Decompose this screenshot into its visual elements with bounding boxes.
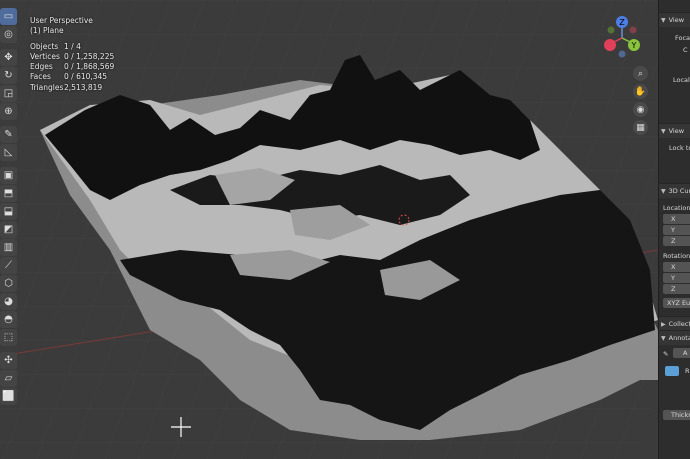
add-cube-icon[interactable]: ▣: [0, 167, 17, 184]
poly-build-icon[interactable]: ⬡: [0, 275, 17, 292]
view-lock-header[interactable]: ▼ View: [659, 123, 690, 138]
local-camera-label: Local: [673, 76, 690, 84]
transform-icon[interactable]: ⊕: [0, 103, 17, 120]
3d-viewport[interactable]: ▭ ◎ ✥ ↻ ◲ ⊕ ✎ ◺ ▣ ⬒ ⬓ ◩ ▥ ⟋ ⬡ ◕ ◓ ⬚ ✣ ▱ ⬜ User Perspective (…: [0, 0, 658, 459]
location-y-field[interactable]: Y: [663, 225, 690, 235]
smooth-icon[interactable]: ◓: [0, 311, 17, 328]
stat-label: Faces: [30, 72, 51, 82]
rotation-label: Rotation:: [663, 252, 690, 260]
stat-label: Objects: [30, 41, 59, 51]
focal-length-label: Focal: [675, 34, 690, 42]
z-axis-label: Z: [619, 18, 625, 27]
loop-cut-icon[interactable]: ▥: [0, 239, 17, 256]
stat-value: 0 / 1,258,225: [64, 51, 115, 61]
properties-sidebar: ▼View Focal C Local ▼View Lock to ▼3D Cu…: [658, 0, 690, 459]
location-x-field[interactable]: X: [663, 214, 690, 224]
rotation-x-field[interactable]: X: [663, 262, 690, 272]
rip-icon[interactable]: ⬜: [0, 388, 17, 405]
annotation-color-swatch[interactable]: [665, 366, 679, 376]
annotation-layer-label: R: [685, 367, 690, 375]
collections-header[interactable]: ▶ Collect: [659, 316, 690, 331]
extrude-icon[interactable]: ⬒: [0, 185, 17, 202]
location-label: Location:: [663, 204, 690, 212]
stat-row: Faces 0 / 610,345: [30, 72, 114, 82]
tool-shelf: ▭ ◎ ✥ ↻ ◲ ⊕ ✎ ◺ ▣ ⬒ ⬓ ◩ ▥ ⟋ ⬡ ◕ ◓ ⬚ ✣ ▱ ⬜: [0, 8, 18, 405]
rotate-icon[interactable]: ↻: [0, 67, 17, 84]
y-axis-label: Y: [631, 41, 637, 50]
view-title: User Perspective: [30, 16, 93, 25]
stat-value: 1 / 4: [64, 41, 81, 51]
stat-value: 0 / 610,345: [64, 72, 108, 82]
pan-hand-icon[interactable]: ✋: [633, 84, 648, 99]
annotation-tool-icon[interactable]: ✎: [663, 350, 668, 358]
chevron-down-icon: ▼: [661, 16, 666, 24]
stat-label: Vertices: [30, 51, 60, 61]
grid-icon[interactable]: ▦: [633, 120, 648, 135]
inset-icon[interactable]: ⬓: [0, 203, 17, 220]
3d-cursor-header[interactable]: ▼ 3D Cur: [659, 183, 690, 198]
stat-row: Triangles 2,513,819: [30, 83, 114, 93]
scene-statistics: Objects 1 / 4 Vertices 0 / 1,258,225 Edges 0 …: [30, 42, 114, 93]
annotations-header[interactable]: ▼ Annota: [659, 330, 690, 345]
edge-slide-icon[interactable]: ⬚: [0, 329, 17, 346]
stat-row: Vertices 0 / 1,258,225: [30, 52, 114, 62]
x-axis-handle: [604, 39, 616, 51]
rotation-y-field[interactable]: Y: [663, 273, 690, 283]
select-box-icon[interactable]: ▭: [0, 8, 17, 25]
knife-icon[interactable]: ⟋: [0, 257, 17, 274]
rotation-mode-select[interactable]: XYZ Eul: [663, 298, 690, 308]
annotation-select[interactable]: A: [673, 348, 690, 358]
lock-to-label: Lock to: [669, 144, 690, 152]
rotation-z-field[interactable]: Z: [663, 284, 690, 294]
shrink-icon[interactable]: ✣: [0, 352, 17, 369]
scale-icon[interactable]: ◲: [0, 85, 17, 102]
stat-label: Triangles: [30, 82, 64, 92]
clip-label: C: [683, 46, 688, 54]
navigation-gizmo[interactable]: Z Y: [598, 14, 646, 62]
spin-icon[interactable]: ◕: [0, 293, 17, 310]
view-panel-header[interactable]: ▼ View: [659, 12, 690, 27]
camera-icon[interactable]: ◉: [633, 102, 648, 117]
shear-icon[interactable]: ▱: [0, 370, 17, 387]
thickness-field[interactable]: Thickn: [663, 410, 690, 420]
viewport-info: User Perspective (1) Plane Objects 1 / 4V…: [30, 16, 114, 93]
move-icon[interactable]: ✥: [0, 49, 17, 66]
zoom-icon[interactable]: ⌕: [633, 66, 648, 81]
location-z-field[interactable]: Z: [663, 236, 690, 246]
active-object-label: (1) Plane: [30, 26, 64, 36]
measure-icon[interactable]: ◺: [0, 144, 17, 161]
stat-value: 0 / 1,868,569: [64, 62, 115, 72]
stat-value: 2,513,819: [64, 82, 103, 92]
stat-label: Edges: [30, 62, 53, 72]
annotate-icon[interactable]: ✎: [0, 126, 17, 143]
stat-row: Objects 1 / 4: [30, 42, 114, 52]
bevel-icon[interactable]: ◩: [0, 221, 17, 238]
stat-row: Edges 0 / 1,868,569: [30, 62, 114, 72]
cursor-icon[interactable]: ◎: [0, 26, 17, 43]
